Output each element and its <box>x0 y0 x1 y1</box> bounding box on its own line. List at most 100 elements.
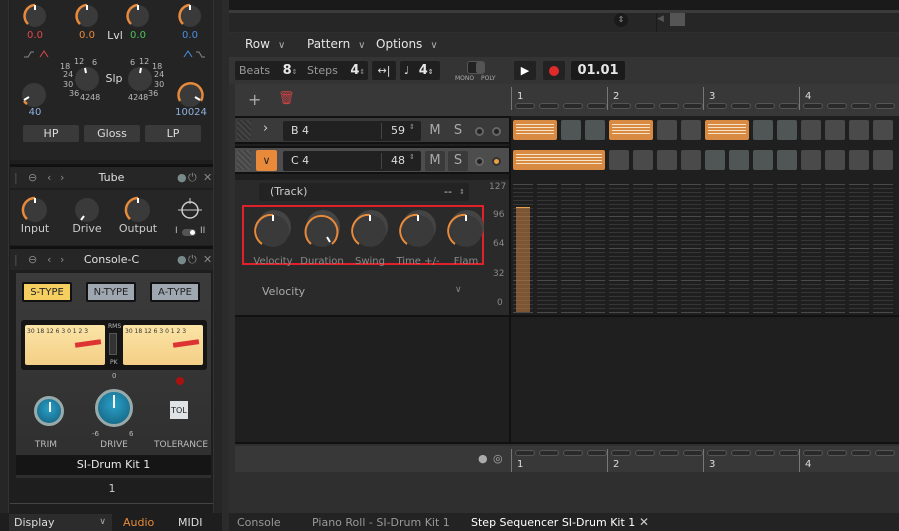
slope-knob-left[interactable] <box>75 67 99 91</box>
steps-value[interactable]: 4 <box>350 63 359 78</box>
step-position-marker[interactable] <box>803 450 823 456</box>
audio-tab[interactable]: Audio <box>123 516 154 529</box>
instrument-name[interactable]: SI-Drum Kit 1 <box>16 455 211 475</box>
hp-shape-icons[interactable] <box>24 50 49 58</box>
step-position-marker[interactable] <box>683 103 703 109</box>
n-type-button[interactable]: N-TYPE <box>86 282 136 302</box>
flam-knob[interactable] <box>447 210 484 247</box>
step-position-marker[interactable] <box>587 450 607 456</box>
step-position-marker[interactable] <box>779 103 799 109</box>
step-position-marker[interactable] <box>707 103 727 109</box>
step-position-marker[interactable] <box>875 103 895 109</box>
eq-band-knob-3[interactable] <box>126 3 149 27</box>
step-position-marker[interactable] <box>659 450 679 456</box>
step-position-marker[interactable] <box>755 450 775 456</box>
lp-button[interactable]: LP <box>145 125 201 142</box>
mute-button[interactable]: M <box>425 121 445 141</box>
close-icon[interactable]: ✕ <box>203 253 212 266</box>
step-off[interactable] <box>681 120 701 140</box>
tab-step-sequencer[interactable]: Step Sequencer SI-Drum Kit 1 <box>471 516 635 529</box>
eq-band-knob-2[interactable] <box>75 3 98 27</box>
lp-shape-icons[interactable] <box>183 50 205 58</box>
step-off[interactable] <box>849 150 869 170</box>
velocity-knob[interactable] <box>254 210 291 247</box>
row-note-field[interactable]: B 4 59 ⇕ <box>283 121 421 141</box>
step-position-marker[interactable] <box>587 103 607 109</box>
step-position-marker[interactable] <box>563 450 583 456</box>
step-off[interactable] <box>825 120 845 140</box>
step-position-marker[interactable] <box>515 450 535 456</box>
mute-button[interactable]: M <box>425 151 445 171</box>
step-position-marker[interactable] <box>515 103 535 109</box>
step-on[interactable] <box>513 150 605 170</box>
beats-stepper-icon[interactable]: ⇕ <box>292 68 298 76</box>
record-button[interactable] <box>543 61 565 80</box>
midi-tab[interactable]: MIDI <box>178 516 202 529</box>
output-knob[interactable] <box>124 196 150 222</box>
row-menu[interactable]: Row ∨ <box>245 37 285 51</box>
zoom-stepper-icon[interactable]: ⇕ <box>614 13 628 27</box>
pattern-menu[interactable]: Pattern ∨ <box>307 37 366 51</box>
step-off[interactable] <box>873 120 893 140</box>
step-off[interactable] <box>633 150 653 170</box>
scroll-left-icon[interactable]: ◀ <box>657 14 664 24</box>
step-position-marker[interactable] <box>611 103 631 109</box>
mono-poly-toggle[interactable] <box>467 61 485 74</box>
step-off[interactable] <box>609 150 629 170</box>
eq-band-knob-1[interactable] <box>23 3 46 27</box>
sequencer-row[interactable]: › B 4 59 ⇕ M S <box>235 116 509 144</box>
steps-stepper-icon[interactable]: ⇕ <box>359 68 365 76</box>
step-off[interactable] <box>753 120 773 140</box>
step-off[interactable] <box>657 120 677 140</box>
step-position-marker[interactable] <box>851 103 871 109</box>
scrollbar-thumb[interactable] <box>670 13 685 26</box>
duration-knob[interactable] <box>304 210 341 247</box>
row-play-led[interactable] <box>492 127 501 136</box>
eq-band-knob-4[interactable] <box>178 3 201 27</box>
row-play-led[interactable] <box>492 157 501 166</box>
row-output-led[interactable] <box>475 157 484 166</box>
step-off[interactable] <box>777 120 797 140</box>
add-row-icon[interactable]: + <box>248 90 261 109</box>
expand-row-icon[interactable]: › <box>263 121 268 136</box>
step-position-marker[interactable] <box>539 450 559 456</box>
row-output-led[interactable] <box>475 127 484 136</box>
step-off[interactable] <box>801 120 821 140</box>
trim-knob[interactable] <box>34 396 64 426</box>
row-note-field[interactable]: C 4 48 ⇕ <box>283 151 421 171</box>
step-off[interactable] <box>561 120 581 140</box>
step-position-marker[interactable] <box>563 103 583 109</box>
step-position-marker[interactable] <box>875 450 895 456</box>
rms-pk-switch[interactable] <box>109 333 117 355</box>
mode-switch[interactable] <box>182 229 196 236</box>
power-icon[interactable]: ⏻ <box>188 171 197 185</box>
lp-freq-knob[interactable] <box>177 81 204 107</box>
hp-freq-knob[interactable] <box>22 83 46 107</box>
step-on[interactable] <box>609 120 653 140</box>
play-button[interactable]: ▶ <box>514 61 536 80</box>
step-position-marker[interactable] <box>803 103 823 109</box>
tab-console[interactable]: Console <box>237 516 281 529</box>
step-position-marker[interactable] <box>851 450 871 456</box>
power-icon[interactable]: ⏻ <box>188 253 197 267</box>
tol-button[interactable]: TOL <box>169 400 189 420</box>
step-off[interactable] <box>753 150 773 170</box>
delete-row-icon[interactable]: 🗑 <box>278 91 295 106</box>
step-off[interactable] <box>729 150 749 170</box>
solo-button[interactable]: S <box>448 121 468 141</box>
step-off[interactable] <box>705 150 725 170</box>
row-drag-handle[interactable] <box>237 150 251 170</box>
close-icon[interactable]: ✕ <box>203 171 212 184</box>
beats-value[interactable]: 8 <box>283 63 292 78</box>
fit-width-icon[interactable]: ↔| <box>372 61 396 80</box>
step-position-marker[interactable] <box>683 450 703 456</box>
step-off[interactable] <box>849 120 869 140</box>
step-position-marker[interactable] <box>827 450 847 456</box>
note-length-control[interactable]: ♩ 4⇕ <box>400 61 440 80</box>
step-position-marker[interactable] <box>611 450 631 456</box>
row-drag-handle[interactable] <box>237 120 251 140</box>
step-off[interactable] <box>681 150 701 170</box>
step-off[interactable] <box>873 150 893 170</box>
step-off[interactable] <box>777 150 797 170</box>
options-menu[interactable]: Options ∨ <box>376 37 438 51</box>
